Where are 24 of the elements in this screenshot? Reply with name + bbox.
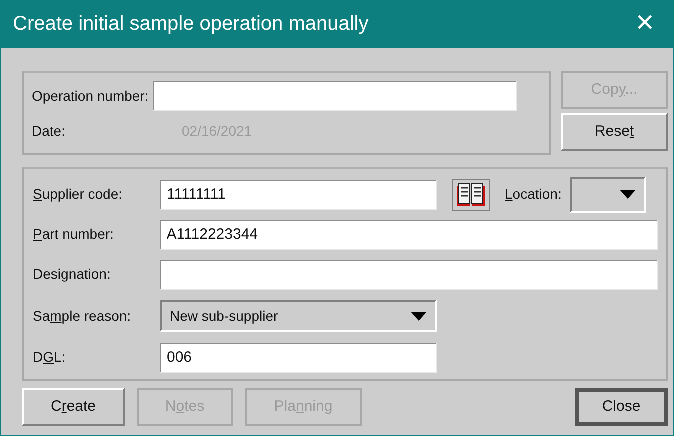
close-button[interactable]: Close (575, 388, 668, 426)
input-field[interactable]: 006 (160, 342, 437, 372)
window-title: Create initial sample operation manually (13, 12, 369, 37)
action-button[interactable]: Create (22, 388, 125, 426)
input-field[interactable]: 11111111 (160, 180, 437, 210)
dropdown-arrow-icon (411, 312, 427, 320)
field-label: Date: (32, 122, 66, 140)
reset-button[interactable]: Reset (561, 113, 668, 151)
field-label: Location: (505, 185, 562, 204)
input-field[interactable]: A1112223344 (160, 220, 658, 250)
field-label: Designation: (33, 265, 112, 284)
field-label: Supplier code: (33, 185, 124, 204)
input-field[interactable] (152, 81, 517, 111)
input-field[interactable] (160, 260, 658, 290)
dropdown-arrow-icon (620, 190, 636, 199)
field-label: Part number: (33, 225, 115, 244)
dropdown[interactable] (570, 176, 646, 212)
field-label: DGL: (33, 348, 67, 367)
dropdown-value: New sub-supplier (170, 306, 278, 326)
book-icon[interactable] (452, 178, 490, 210)
field-label: Sample reason: (33, 306, 132, 326)
dropdown[interactable]: New sub-supplier (160, 300, 437, 332)
field-label: Operation number: (32, 86, 149, 106)
close-button[interactable]: ✕ (631, 12, 659, 36)
